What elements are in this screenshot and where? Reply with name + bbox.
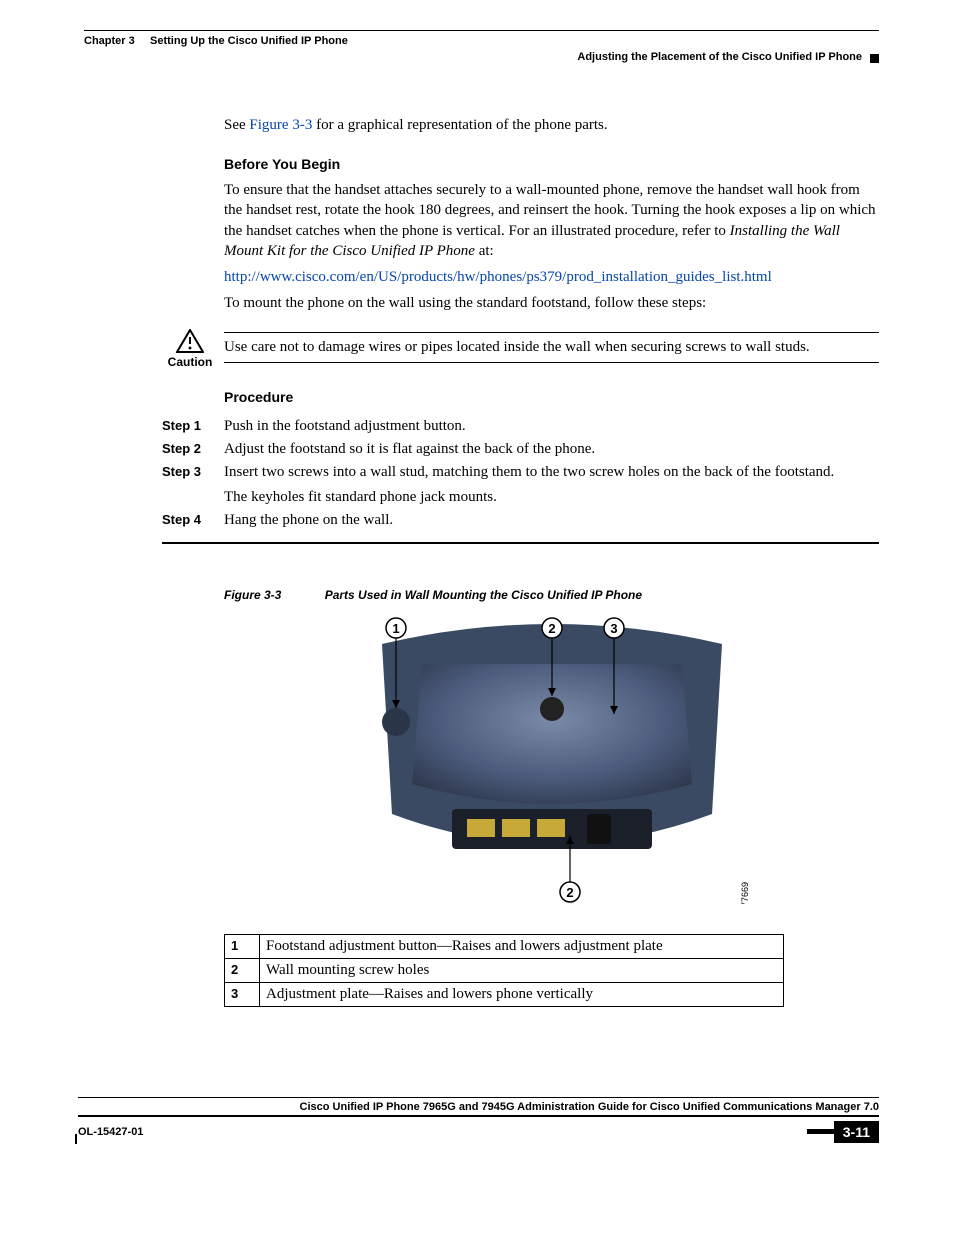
procedure-steps: Step 1 Push in the footstand adjustment …: [162, 415, 879, 532]
figure-number: Figure 3-3: [224, 588, 281, 602]
figure-caption: Figure 3-3 Parts Used in Wall Mounting t…: [224, 588, 879, 602]
figure-xref[interactable]: Figure 3-3: [249, 117, 312, 133]
caution-block: Caution Use care not to damage wires or …: [162, 332, 879, 363]
step-label: Step 2: [162, 441, 206, 458]
caution-icon: Caution: [162, 329, 218, 369]
step-row: Step 3 Insert two screws into a wall stu…: [162, 461, 879, 509]
parts-table: 1 Footstand adjustment button—Raises and…: [224, 934, 784, 1007]
see-suffix: for a graphical representation of the ph…: [312, 117, 607, 133]
figure-image-id: 77669: [740, 882, 750, 904]
callout-2a: 2: [548, 621, 555, 636]
step-text: Insert two screws into a wall stud, matc…: [224, 464, 879, 506]
step-text: Push in the footstand adjustment button.: [224, 418, 879, 435]
before-p2: To mount the phone on the wall using the…: [224, 293, 879, 313]
procedure-heading: Procedure: [224, 389, 879, 405]
step-text: Hang the phone on the wall.: [224, 512, 879, 529]
caution-label: Caution: [162, 355, 218, 369]
callout-3: 3: [610, 621, 617, 636]
figure-title: Parts Used in Wall Mounting the Cisco Un…: [325, 588, 642, 602]
footer-book-title: Cisco Unified IP Phone 7965G and 7945G A…: [78, 1098, 879, 1115]
part-desc: Adjustment plate—Raises and lowers phone…: [260, 982, 784, 1006]
part-num: 3: [225, 982, 260, 1006]
figure-image: 1 2 3 2 77669: [224, 614, 879, 904]
doc-id: OL-15427-01: [78, 1126, 143, 1138]
part-desc: Wall mounting screw holes: [260, 958, 784, 982]
see-prefix: See: [224, 117, 249, 133]
section-title: Adjusting the Placement of the Cisco Uni…: [577, 51, 862, 65]
table-row: 3 Adjustment plate—Raises and lowers pho…: [225, 982, 784, 1006]
step-row: Step 2 Adjust the footstand so it is fla…: [162, 438, 879, 461]
page-number: 3-11: [834, 1121, 879, 1143]
step-text: Adjust the footstand so it is flat again…: [224, 441, 879, 458]
before-p1b: at:: [475, 243, 494, 259]
table-row: 1 Footstand adjustment button—Raises and…: [225, 934, 784, 958]
header-end-marker: [870, 54, 879, 63]
step-label: Step 4: [162, 512, 206, 529]
callout-1: 1: [392, 621, 399, 636]
step-label: Step 1: [162, 418, 206, 435]
part-desc: Footstand adjustment button—Raises and l…: [260, 934, 784, 958]
chapter-label: Chapter 3: [84, 35, 135, 47]
step-label: Step 3: [162, 464, 206, 506]
before-heading: Before You Begin: [224, 155, 879, 174]
body-content: See Figure 3-3 for a graphical represent…: [224, 115, 879, 314]
step-row: Step 1 Push in the footstand adjustment …: [162, 415, 879, 438]
step-row: Step 4 Hang the phone on the wall.: [162, 509, 879, 532]
table-row: 2 Wall mounting screw holes: [225, 958, 784, 982]
chapter-title: Setting Up the Cisco Unified IP Phone: [150, 35, 348, 47]
part-num: 1: [225, 934, 260, 958]
page-header: Chapter 3 Setting Up the Cisco Unified I…: [84, 30, 879, 65]
install-guide-link[interactable]: http://www.cisco.com/en/US/products/hw/p…: [224, 269, 772, 285]
callout-2b: 2: [566, 885, 573, 900]
page-footer: Cisco Unified IP Phone 7965G and 7945G A…: [78, 1097, 879, 1143]
part-num: 2: [225, 958, 260, 982]
caution-text: Use care not to damage wires or pipes lo…: [224, 333, 879, 362]
